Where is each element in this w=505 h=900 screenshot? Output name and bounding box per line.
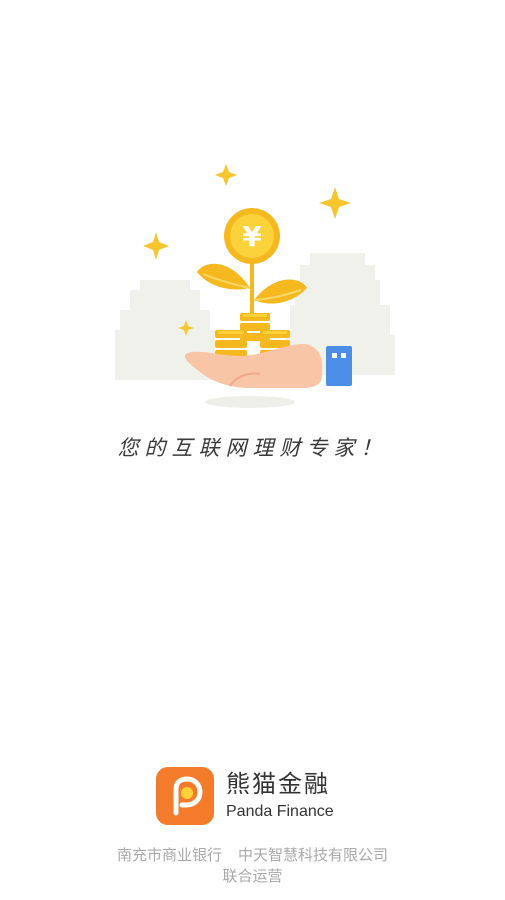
ground-shadow xyxy=(205,396,295,408)
brand-name-english: Panda Finance xyxy=(226,803,334,820)
footer-operators: 南充市商业银行 中天智慧科技有限公司 xyxy=(0,844,505,865)
money-tree-illustration: ¥ xyxy=(115,164,395,408)
panda-finance-logo-icon xyxy=(156,767,214,825)
splash-screen: ¥ 您的互联网理财专家！ 熊猫金融 Panda Finance 南充市商业银行 … xyxy=(0,0,505,900)
brand-name-chinese: 熊猫金融 xyxy=(226,770,330,798)
sparkle-icon xyxy=(319,187,351,219)
slogan-text: 您的互联网理财专家！ xyxy=(117,436,388,460)
sparkle-icon xyxy=(215,164,237,186)
brand-text: 熊猫金融 Panda Finance xyxy=(226,769,334,823)
operator-bank: 南充市商业银行 xyxy=(116,846,222,864)
footer-joint-operation: 联合运营 xyxy=(222,867,283,885)
coin-yen-symbol: ¥ xyxy=(242,220,262,253)
sleeve-cuff xyxy=(326,346,352,386)
operator-tech-company: 中天智慧科技有限公司 xyxy=(238,846,389,864)
sparkle-icon xyxy=(143,232,169,260)
brand-block: 熊猫金融 Panda Finance xyxy=(156,766,334,826)
